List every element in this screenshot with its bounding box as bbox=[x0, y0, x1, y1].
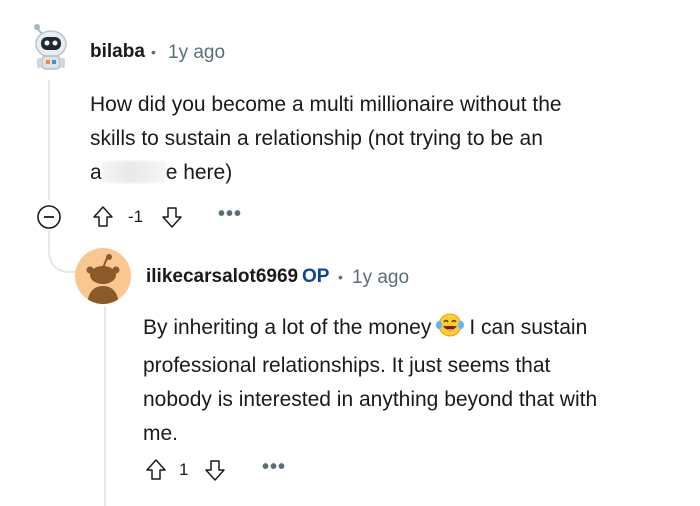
thread-line-main bbox=[48, 80, 50, 200]
comment-avatar[interactable] bbox=[75, 248, 131, 304]
meta-separator: • bbox=[338, 269, 343, 285]
minus-circle-icon bbox=[37, 205, 61, 229]
comment-body-line: nobody is interested in anything beyond … bbox=[143, 388, 598, 411]
downvote-button[interactable] bbox=[159, 203, 185, 231]
collapse-button[interactable] bbox=[36, 204, 62, 230]
upvote-button[interactable] bbox=[143, 456, 169, 484]
more-options-button[interactable]: ••• bbox=[218, 203, 242, 226]
op-badge: OP bbox=[302, 266, 330, 287]
comment-body-line: professional relationships. It just seem… bbox=[143, 354, 551, 377]
comment-timestamp[interactable]: 1y ago bbox=[352, 267, 409, 289]
comment-body-line: me. bbox=[143, 422, 179, 445]
upvote-button[interactable] bbox=[90, 203, 116, 231]
comment-username[interactable]: bilaba bbox=[90, 41, 145, 63]
comment-body-line: skills to sustain a relationship (not tr… bbox=[90, 127, 543, 150]
thread-line-reply bbox=[104, 306, 106, 506]
comment-body-line: a e here) bbox=[90, 156, 650, 190]
more-options-button[interactable]: ••• bbox=[262, 456, 286, 479]
comment-username[interactable]: ilikecarsalot6969 bbox=[146, 266, 298, 288]
comment-body-line: By inheriting a lot of the money I can s… bbox=[143, 311, 683, 349]
comment-timestamp[interactable]: 1y ago bbox=[168, 42, 225, 64]
comment-body-text: By inheriting a lot of the money bbox=[143, 316, 432, 339]
upvote-arrow-icon bbox=[146, 459, 166, 480]
astronaut-robot-icon bbox=[34, 24, 67, 70]
comment-body-text: a bbox=[90, 161, 102, 184]
vote-score: -1 bbox=[128, 207, 144, 226]
comment-avatar[interactable] bbox=[28, 22, 72, 74]
comment-body-text: I can sustain bbox=[469, 316, 588, 339]
laughing-tears-emoji-icon bbox=[435, 312, 465, 349]
meta-separator: • bbox=[151, 44, 156, 60]
downvote-arrow-icon bbox=[205, 460, 225, 481]
censored-blur bbox=[101, 161, 166, 183]
downvote-arrow-icon bbox=[162, 207, 182, 228]
comment-body: How did you become a multi millionaire w… bbox=[90, 88, 650, 190]
comment-body: By inheriting a lot of the money I can s… bbox=[143, 311, 683, 451]
upvote-arrow-icon bbox=[93, 206, 113, 227]
comment-body-line: How did you become a multi millionaire w… bbox=[90, 93, 562, 116]
vote-score: 1 bbox=[179, 460, 189, 479]
comment-body-text: e here) bbox=[165, 161, 233, 184]
default-snoo-avatar-icon bbox=[86, 254, 120, 304]
downvote-button[interactable] bbox=[202, 456, 228, 484]
